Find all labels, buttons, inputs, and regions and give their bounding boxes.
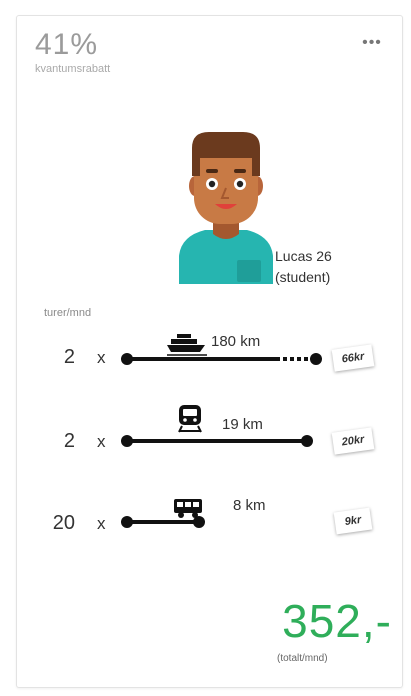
ferry-icon bbox=[167, 334, 207, 356]
route-count: 2 bbox=[63, 346, 75, 368]
route-distance: 19 km bbox=[222, 416, 263, 433]
route-price-tag: 20kr bbox=[331, 427, 375, 455]
person-info: Lucas 26 (student) bbox=[275, 246, 332, 288]
route-count: 20 bbox=[52, 512, 75, 534]
train-icon bbox=[178, 405, 202, 433]
train-route-line bbox=[121, 435, 313, 447]
discount-percent: 41% bbox=[35, 28, 99, 61]
discount-label: kvantumsrabatt bbox=[35, 63, 111, 75]
times-symbol: x bbox=[97, 348, 106, 367]
commute-card: 41% kvantumsrabatt ••• Lucas 26 (student… bbox=[16, 15, 403, 688]
route-price-tag: 66kr bbox=[331, 344, 375, 372]
route-price-tag: 9kr bbox=[333, 507, 373, 535]
times-symbol: x bbox=[97, 432, 106, 451]
person-avatar bbox=[179, 132, 273, 284]
total-label: (totalt/mnd) bbox=[277, 653, 328, 664]
route-distance: 8 km bbox=[233, 497, 266, 514]
more-options-icon[interactable]: ••• bbox=[358, 34, 386, 52]
route-distance: 180 km bbox=[211, 333, 261, 350]
route-count: 2 bbox=[63, 430, 75, 452]
bus-route-line bbox=[121, 516, 205, 528]
person-note: (student) bbox=[275, 269, 331, 285]
total-amount: 352,- bbox=[282, 595, 392, 647]
ferry-route-line bbox=[121, 353, 322, 365]
trips-per-month-label: turer/mnd bbox=[44, 307, 92, 319]
times-symbol: x bbox=[97, 514, 106, 533]
bus-icon bbox=[174, 499, 202, 518]
person-name: Lucas 26 bbox=[275, 248, 332, 264]
